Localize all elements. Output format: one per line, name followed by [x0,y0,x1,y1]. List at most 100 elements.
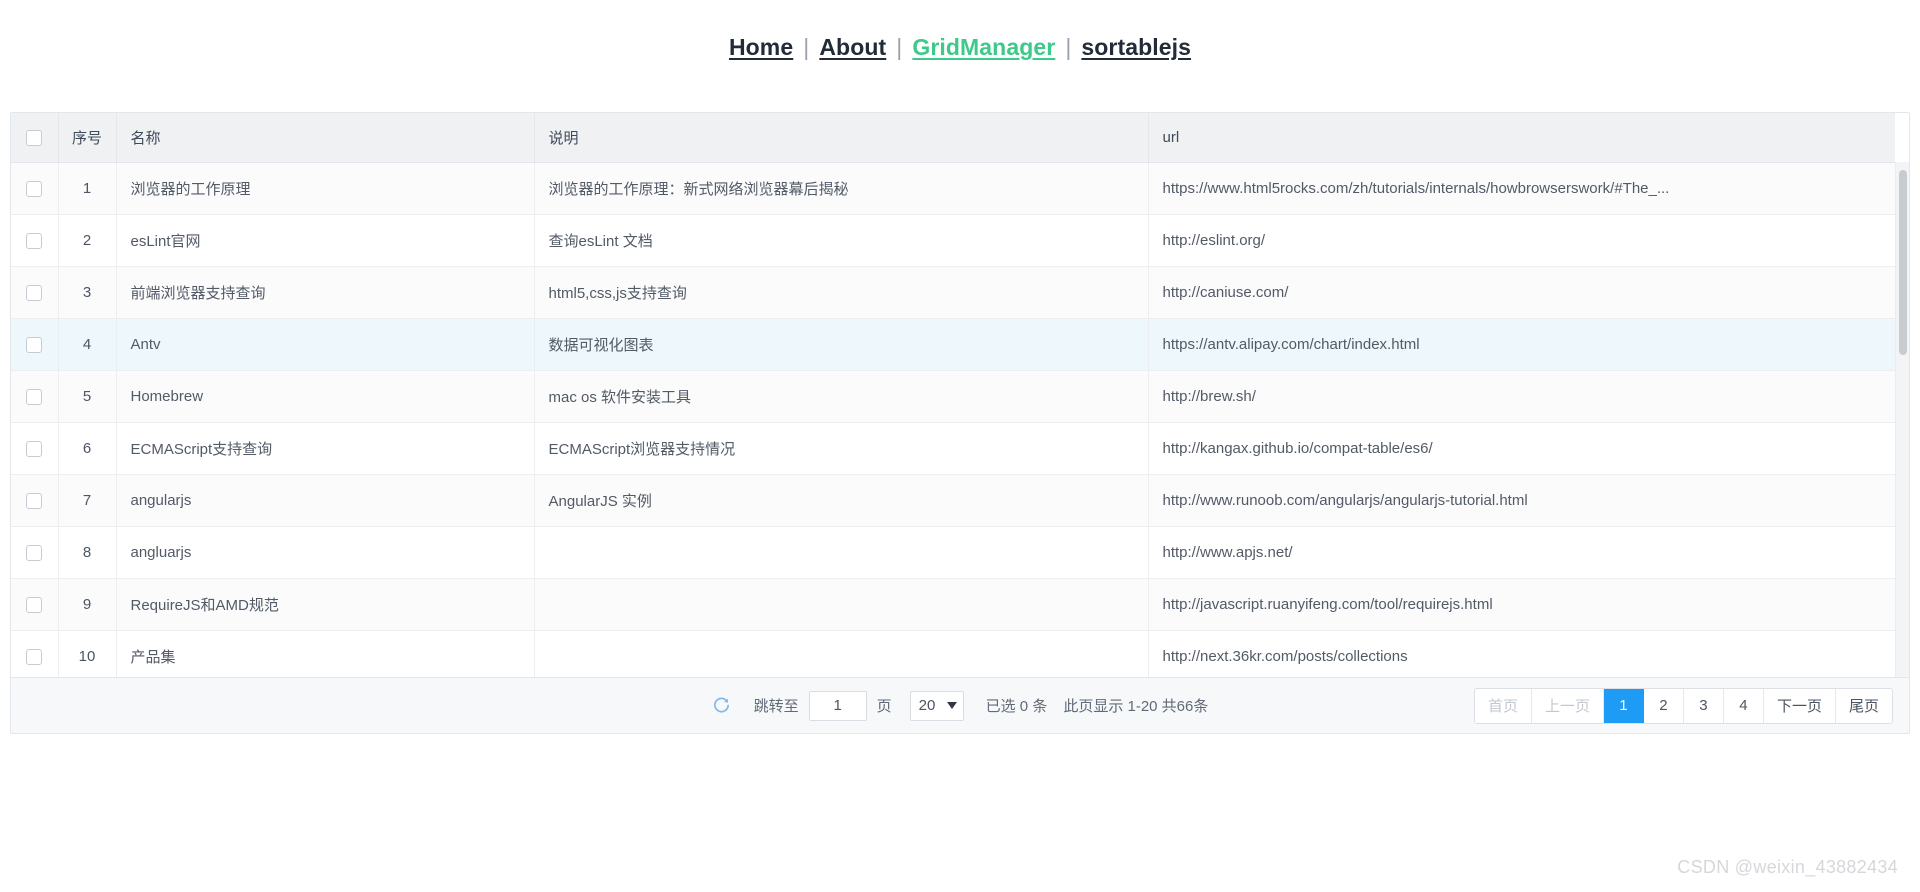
pager-button-尾页[interactable]: 尾页 [1835,688,1892,723]
cell-no: 1 [58,162,117,215]
row-checkbox[interactable] [26,440,43,457]
header-col-url[interactable]: url [1148,113,1895,163]
pager-button-1[interactable]: 1 [1603,688,1644,723]
table-row[interactable]: 2 esLint官网 查询esLint 文档 http://eslint.org/ [11,214,1895,267]
pagination-buttons: 首页 上一页 1 2 3 4 下一页 尾页 [1473,687,1893,724]
select-all-checkbox[interactable] [26,129,43,146]
cell-url: https://www.html5rocks.com/zh/tutorials/… [1148,162,1895,215]
nav-link-about[interactable]: About [818,34,887,60]
cell-name: RequireJS和AMD规范 [116,578,535,631]
scrollbar-thumb[interactable] [1899,170,1907,355]
cell-name: esLint官网 [116,214,535,267]
pagination-controls: 跳转至 页 20 已选 0 条 此页显示 1-20 共66条 [680,690,1240,721]
table-row[interactable]: 9 RequireJS和AMD规范 http://javascript.ruanyi… [11,578,1895,631]
pager-button-2[interactable]: 2 [1643,688,1684,723]
table-header-row: 序号 名称 说明 url [11,113,1895,163]
header-select-all-cell [11,113,59,163]
pager-button-4[interactable]: 4 [1723,688,1764,723]
nav-link-sortablejs[interactable]: sortablejs [1080,34,1192,60]
table-row[interactable]: 1 浏览器的工作原理 浏览器的工作原理：新式网络浏览器幕后揭秘 https://www… [11,162,1895,215]
row-checkbox[interactable] [26,388,43,405]
header-col-no[interactable]: 序号 [58,113,117,163]
nav-link-home[interactable]: Home [728,34,794,60]
data-table: 序号 名称 说明 url 1 浏览器的工作原理 浏览器的工作原理：新式网络浏览器幕后… [11,113,1895,677]
row-select-cell [11,318,59,371]
row-select-cell [11,474,59,527]
cell-url: http://caniuse.com/ [1148,266,1895,319]
cell-name: angularjs [116,474,535,527]
cell-name: 前端浏览器支持查询 [116,266,535,319]
table-row[interactable]: 10 产品集 http://next.36kr.com/posts/collecti… [11,630,1895,677]
cell-name: ECMAScript支持查询 [116,422,535,475]
cell-name: angluarjs [116,526,535,579]
row-select-cell [11,370,59,423]
header-col-desc[interactable]: 说明 [534,113,1149,163]
table-row[interactable]: 4 Antv 数据可视化图表 https://antv.alipay.com/char… [11,318,1895,371]
pager-button-首页: 首页 [1474,688,1532,723]
row-checkbox[interactable] [26,180,43,197]
row-checkbox[interactable] [26,596,43,613]
row-checkbox[interactable] [26,648,43,665]
cell-no: 4 [58,318,117,371]
cell-name: 产品集 [116,630,535,677]
cell-name: Homebrew [116,370,535,423]
row-select-cell [11,630,59,677]
cell-desc: 查询esLint 文档 [534,214,1149,267]
cell-no: 3 [58,266,117,319]
selected-count-info: 已选 0 条 [985,698,1048,715]
cell-url: https://antv.alipay.com/chart/index.html [1148,318,1895,371]
pager-button-下一页[interactable]: 下一页 [1763,688,1836,723]
header-col-name[interactable]: 名称 [116,113,535,163]
table-row[interactable]: 8 angluarjs http://www.apjs.net/ [11,526,1895,579]
cell-url: http://kangax.github.io/compat-table/es6… [1148,422,1895,475]
cell-desc: mac os 软件安装工具 [534,370,1149,423]
cell-desc: ECMAScript浏览器支持情况 [534,422,1149,475]
table-row[interactable]: 3 前端浏览器支持查询 html5,css,js支持查询 http://caniuse… [11,266,1895,319]
pager-button-3[interactable]: 3 [1683,688,1724,723]
cell-no: 9 [58,578,117,631]
nav-separator: | [803,34,810,60]
cell-no: 7 [58,474,117,527]
row-select-cell [11,526,59,579]
page-unit-label: 页 [876,698,892,715]
table-row[interactable]: 5 Homebrew mac os 软件安装工具 http://brew.sh/ [11,370,1895,423]
cell-no: 6 [58,422,117,475]
cell-desc: 数据可视化图表 [534,318,1149,371]
table-head: 序号 名称 说明 url [11,113,1895,163]
table-row[interactable]: 6 ECMAScript支持查询 ECMAScript浏览器支持情况 http://k… [11,422,1895,475]
jump-to-label: 跳转至 [753,698,799,715]
table-body: 1 浏览器的工作原理 浏览器的工作原理：新式网络浏览器幕后揭秘 https://www… [11,162,1895,677]
row-checkbox[interactable] [26,232,43,249]
chevron-down-icon [946,702,957,709]
page-size-select[interactable]: 20 [909,690,964,721]
cell-no: 5 [58,370,117,423]
cell-url: http://www.runoob.com/angularjs/angularj… [1148,474,1895,527]
refresh-icon[interactable] [712,696,732,716]
jump-page-input[interactable] [808,690,867,721]
grid-manager-table: 序号 名称 说明 url 1 浏览器的工作原理 浏览器的工作原理：新式网络浏览器幕后… [10,112,1910,734]
cell-desc [534,630,1149,677]
row-checkbox[interactable] [26,336,43,353]
table-scroll-area: 序号 名称 说明 url 1 浏览器的工作原理 浏览器的工作原理：新式网络浏览器幕后… [11,113,1909,677]
nav-separator: | [896,34,903,60]
pagination-bar: 跳转至 页 20 已选 0 条 此页显示 1-20 共66条 首页上一页1234… [11,677,1909,733]
cell-desc [534,578,1149,631]
cell-url: http://www.apjs.net/ [1148,526,1895,579]
page-size-value: 20 [918,697,936,714]
cell-desc: html5,css,js支持查询 [534,266,1149,319]
row-checkbox[interactable] [26,492,43,509]
row-select-cell [11,578,59,631]
row-select-cell [11,266,59,319]
cell-desc: AngularJS 实例 [534,474,1149,527]
watermark: CSDN @weixin_43882434 [1677,857,1898,877]
row-checkbox[interactable] [26,544,43,561]
row-select-cell [11,422,59,475]
app-page: Home | About | GridManager | sortablejs [0,0,1920,892]
pager-button-上一页: 上一页 [1531,688,1604,723]
row-checkbox[interactable] [26,284,43,301]
table-row[interactable]: 7 angularjs AngularJS 实例 http://www.runoob.… [11,474,1895,527]
table-vertical-scrollbar[interactable] [1895,162,1909,677]
nav-link-gridmanager[interactable]: GridManager [911,34,1056,60]
cell-no: 10 [58,630,117,677]
cell-desc [534,526,1149,579]
